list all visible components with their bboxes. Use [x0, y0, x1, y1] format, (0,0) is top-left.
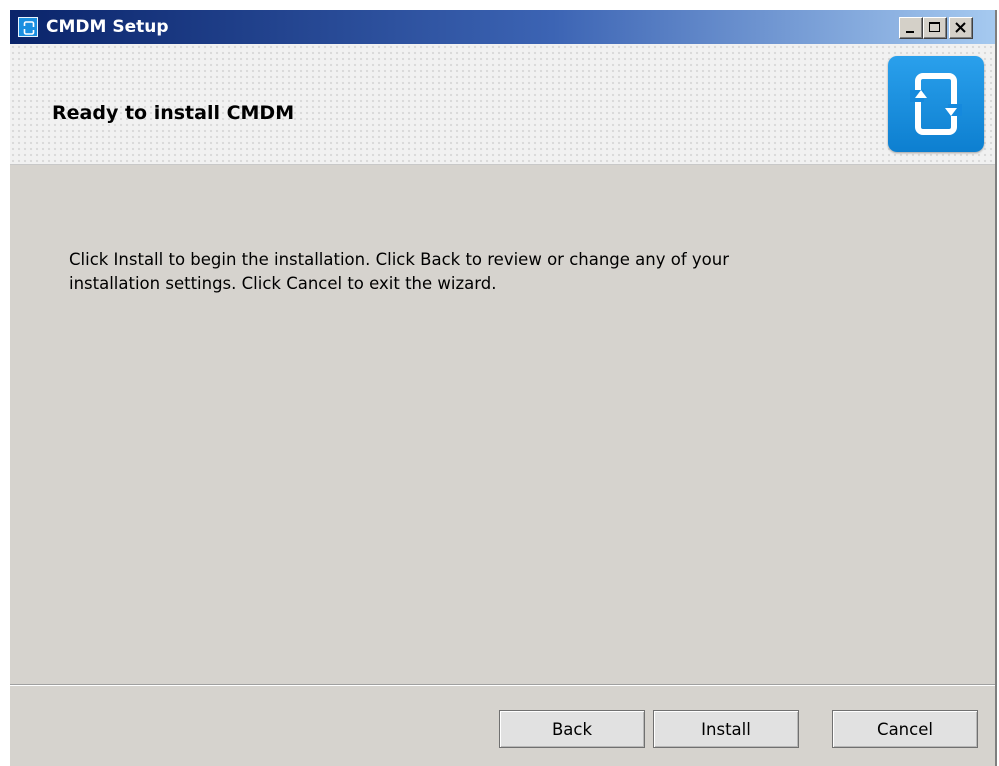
setup-window: CMDM Setup Ready to install CMDM Click I…	[10, 10, 997, 766]
back-button[interactable]: Back	[499, 710, 645, 748]
maximize-button[interactable]	[923, 17, 947, 39]
instructions-text: Click Install to begin the installation.…	[69, 248, 889, 296]
instructions-line-2: installation settings. Click Cancel to e…	[69, 274, 497, 293]
cancel-button[interactable]: Cancel	[832, 710, 978, 748]
cmdm-logo-icon	[888, 56, 984, 152]
maximize-icon	[929, 22, 940, 32]
header-banner: Ready to install CMDM	[10, 44, 995, 165]
close-button[interactable]	[949, 17, 973, 39]
minimize-icon	[906, 31, 914, 33]
instructions-line-1: Click Install to begin the installation.…	[69, 250, 729, 269]
page-title: Ready to install CMDM	[52, 102, 295, 124]
minimize-button[interactable]	[899, 17, 923, 39]
title-bar[interactable]: CMDM Setup	[10, 10, 995, 44]
close-icon	[955, 22, 966, 33]
footer-divider	[10, 684, 995, 686]
install-button[interactable]: Install	[653, 710, 799, 748]
window-title: CMDM Setup	[46, 17, 169, 37]
app-icon	[18, 17, 38, 37]
